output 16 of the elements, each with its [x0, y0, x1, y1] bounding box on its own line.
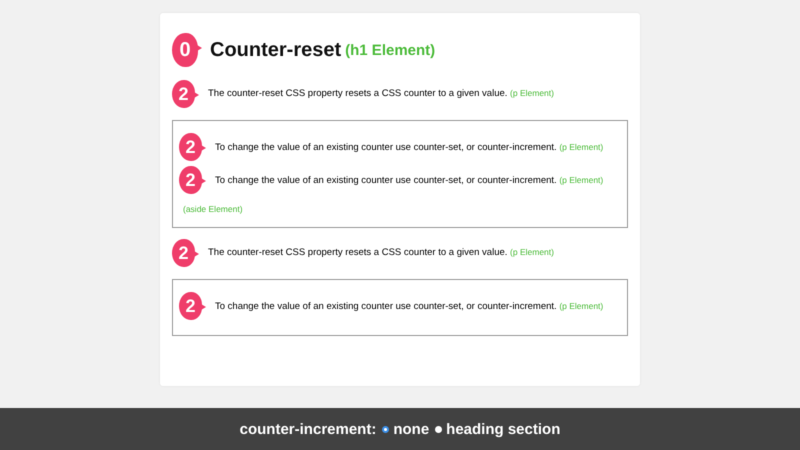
page-heading: Counter-reset	[210, 38, 342, 62]
element-tag: (p Element)	[559, 142, 604, 152]
paragraph-text: To change the value of an existing counter use counter-set, or counter-increment.	[215, 301, 557, 312]
paragraph-text: To change the value of an existing counter use counter-set, or counter-increment.	[215, 175, 557, 186]
element-tag: (p Element)	[510, 247, 554, 257]
control-label: counter-increment:	[240, 420, 376, 438]
paragraph-text: The counter-reset CSS property resets a CSS counter to a given value.	[208, 247, 508, 258]
element-tag: (p Element)	[510, 88, 554, 98]
element-tag: (p Element)	[559, 301, 604, 311]
radio-option[interactable]: none	[382, 420, 430, 438]
paragraph-text: To change the value of an existing counter use counter-set, or counter-increment.	[215, 142, 557, 153]
element-tag: (h1 Element)	[345, 42, 436, 58]
element-tag: (p Element)	[559, 175, 604, 185]
element-tag: (aside Element)	[183, 204, 243, 214]
paragraph-text: The counter-reset CSS property resets a CSS counter to a given value.	[208, 88, 508, 99]
radio-option[interactable]: heading section	[435, 420, 560, 438]
